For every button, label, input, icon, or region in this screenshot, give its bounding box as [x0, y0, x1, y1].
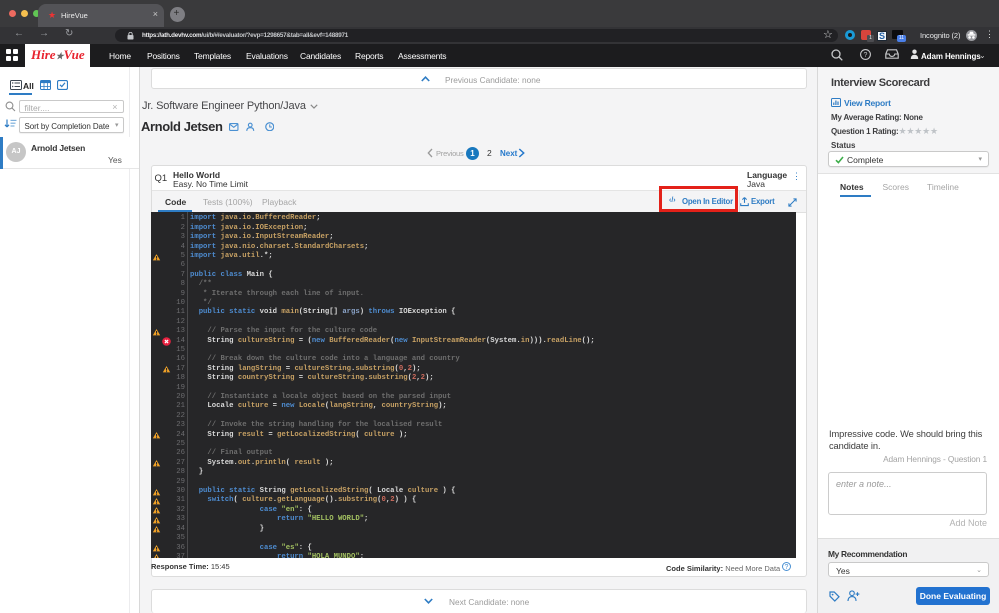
svg-text:?: ? — [863, 51, 867, 58]
